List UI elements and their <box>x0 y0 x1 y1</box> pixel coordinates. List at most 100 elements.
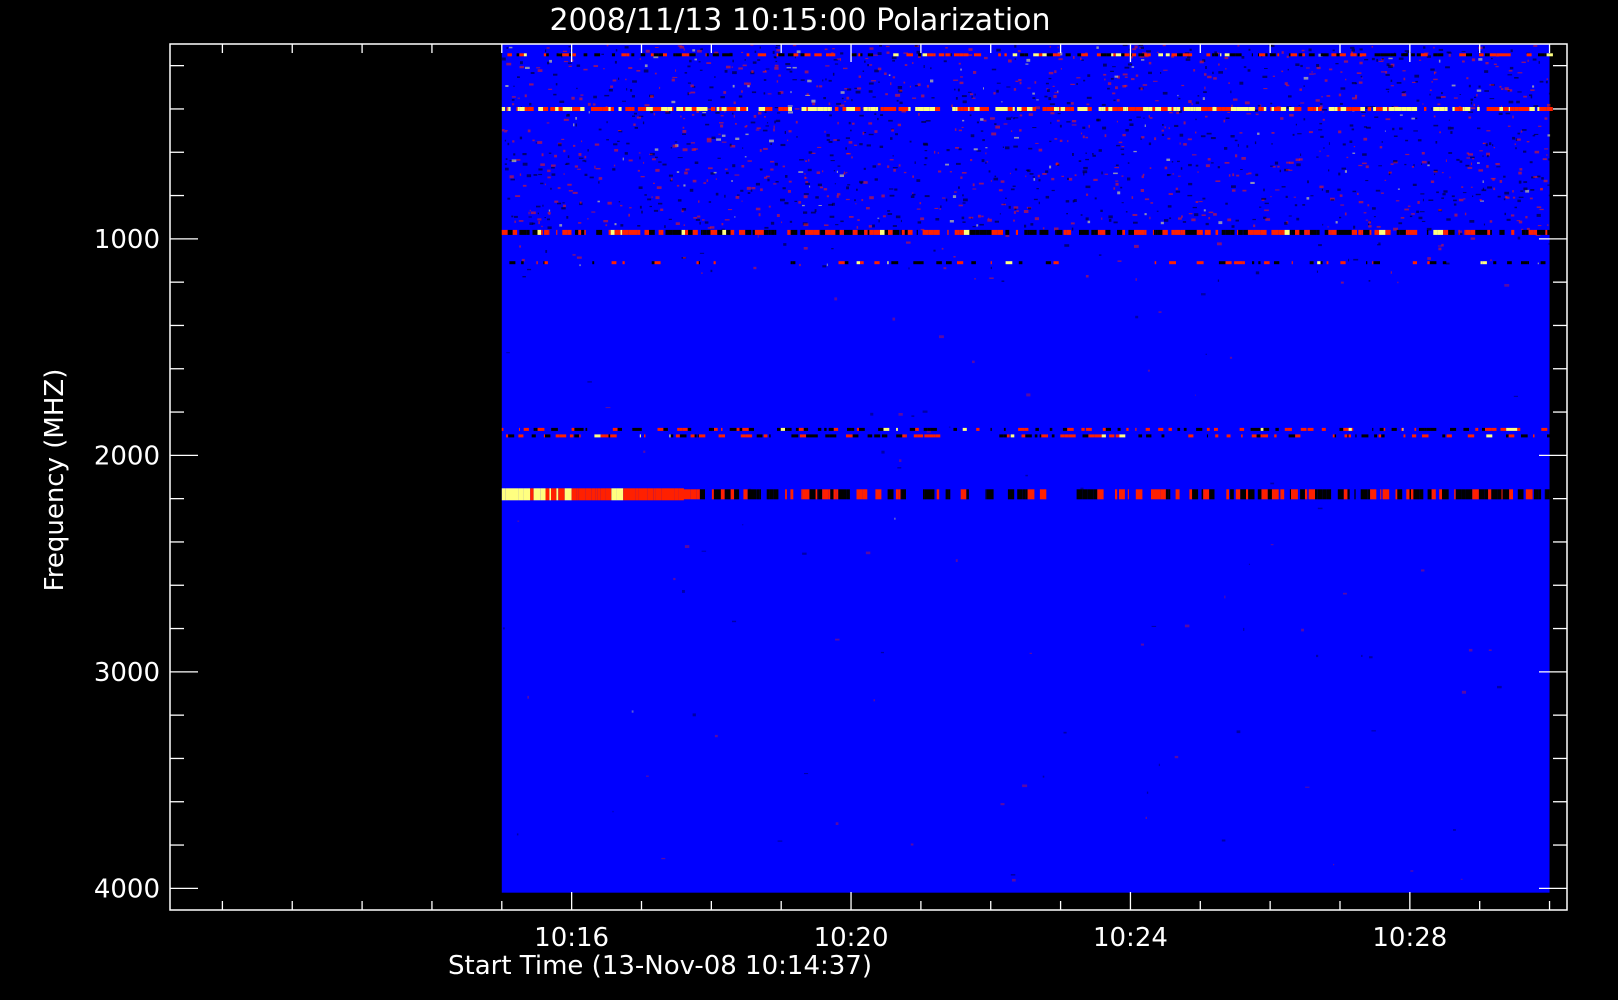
noise-speckle <box>1516 100 1520 104</box>
noise-speckle <box>1281 70 1284 73</box>
noise-speckle <box>1148 142 1152 146</box>
noise-speckle <box>1131 196 1134 199</box>
feature-line-400 <box>618 107 622 111</box>
noise-speckle <box>923 65 925 68</box>
noise-speckle <box>591 211 596 213</box>
noise-speckle <box>563 204 566 208</box>
noise-speckle <box>903 81 906 84</box>
burst-2180 <box>540 488 546 501</box>
feature-line-970 <box>830 229 836 235</box>
feature-line-400 <box>721 107 727 111</box>
noise-speckle <box>538 173 543 176</box>
noise-speckle <box>1364 58 1369 61</box>
feature-line-2180 <box>1027 489 1035 500</box>
feature-line-1110 <box>1234 261 1236 265</box>
feature-line-1910 <box>1010 434 1015 438</box>
noise-speckle <box>1417 201 1420 204</box>
noise-speckle <box>1536 206 1542 208</box>
noise-speckle <box>1139 56 1145 58</box>
noise-speckle <box>1473 103 1475 107</box>
noise-speckle <box>681 208 687 211</box>
feature-line-1110 <box>856 261 861 265</box>
feature-line-1910 <box>769 434 771 438</box>
feature-line-1910 <box>1003 434 1007 438</box>
feature-line-400 <box>1098 107 1102 111</box>
feature-line-970 <box>1448 229 1455 235</box>
noise-speckle <box>1398 222 1403 225</box>
noise-speckle <box>506 62 512 66</box>
noise-speckle <box>939 208 941 210</box>
feature-line-2180 <box>1127 489 1129 500</box>
feature-line-150 <box>1229 53 1236 57</box>
noise-speckle <box>1059 139 1063 142</box>
noise-speckle <box>1092 154 1096 157</box>
noise-speckle <box>1509 66 1514 70</box>
noise-speckle <box>1518 196 1524 198</box>
noise-speckle <box>986 161 989 163</box>
noise-speckle <box>689 188 694 192</box>
noise-speckle <box>1277 165 1280 168</box>
feature-line-970 <box>1153 229 1156 235</box>
noise-speckle <box>1240 169 1243 170</box>
noise-speckle <box>1351 128 1355 131</box>
noise-speckle <box>1134 244 1139 248</box>
noise-speckle <box>1308 48 1312 52</box>
noise-speckle <box>816 85 819 88</box>
feature-line-1910 <box>718 434 721 438</box>
noise-speckle <box>1148 61 1152 65</box>
noise-speckle <box>1014 136 1019 139</box>
feature-line-970 <box>1480 229 1488 235</box>
noise-speckle <box>951 104 953 108</box>
noise-speckle <box>1026 393 1031 397</box>
noise-speckle <box>1343 592 1347 595</box>
noise-speckle <box>826 195 829 198</box>
noise-speckle <box>1377 244 1381 246</box>
noise-speckle <box>1368 225 1372 228</box>
feature-line-1910 <box>545 434 551 438</box>
noise-speckle <box>940 205 942 208</box>
noise-speckle <box>1168 127 1170 129</box>
noise-speckle <box>1049 45 1051 48</box>
noise-speckle <box>520 61 523 65</box>
feature-line-1910 <box>1442 434 1446 438</box>
feature-line-970 <box>1304 229 1308 235</box>
noise-speckle <box>893 169 896 172</box>
noise-speckle <box>528 216 532 218</box>
noise-speckle <box>1523 181 1528 183</box>
burst-2180 <box>667 488 669 501</box>
noise-speckle <box>1453 829 1456 831</box>
noise-speckle <box>670 147 672 149</box>
noise-speckle <box>1501 88 1504 90</box>
noise-speckle <box>961 95 967 98</box>
noise-speckle <box>1493 63 1497 65</box>
noise-speckle <box>732 620 737 623</box>
noise-speckle <box>1013 219 1015 222</box>
noise-speckle <box>1466 152 1469 155</box>
noise-speckle <box>1547 103 1551 107</box>
noise-speckle <box>1049 103 1055 106</box>
feature-line-400 <box>1171 107 1174 111</box>
noise-speckle <box>1248 172 1252 175</box>
noise-speckle <box>1279 169 1281 173</box>
noise-speckle <box>614 223 617 226</box>
noise-speckle <box>551 173 556 176</box>
feature-line-1910 <box>791 434 799 438</box>
feature-line-970 <box>1097 229 1100 235</box>
noise-speckle <box>687 92 690 96</box>
feature-line-400 <box>740 107 747 111</box>
noise-speckle <box>1447 52 1452 54</box>
feature-line-400 <box>846 107 850 111</box>
feature-line-1880 <box>1475 427 1477 431</box>
noise-speckle <box>970 134 975 138</box>
noise-speckle <box>658 161 662 163</box>
feature-line-1880 <box>1348 427 1352 431</box>
feature-line-2180 <box>1525 489 1533 500</box>
feature-line-1880 <box>1284 427 1288 431</box>
noise-speckle <box>1301 49 1305 52</box>
noise-speckle <box>522 276 526 278</box>
noise-speckle <box>1160 221 1164 225</box>
feature-line-400 <box>1135 107 1142 111</box>
feature-line-2180 <box>1322 489 1327 500</box>
noise-speckle <box>803 211 808 214</box>
noise-speckle <box>782 187 786 190</box>
